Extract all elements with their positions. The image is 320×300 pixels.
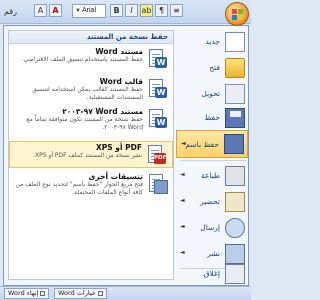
save-as-word-template[interactable]: W قالب Word حفظ المستند كقالب يمكن استخد… xyxy=(9,76,173,107)
menu-item-label: حفظ xyxy=(204,113,220,122)
menu-separator xyxy=(180,160,246,161)
quick-access-toolbar: رقم A A ▼ Arial B I ab ¶ ≡ xyxy=(0,0,251,24)
menu-item-label: حفظ باسم xyxy=(185,140,219,149)
submenu-arrow-icon: ◄ xyxy=(180,249,185,256)
highlight-icon[interactable]: ab xyxy=(140,4,153,17)
save-as-word-97-2003[interactable]: W مستند Word ٩٧-٢٠٠٣ حفظ نسخة من المستند… xyxy=(9,106,173,139)
format-icon-group: B I ab ¶ ≡ xyxy=(110,4,183,17)
menu-item-label: إرسال xyxy=(200,223,220,232)
submenu-item-title: PDF أو XPS xyxy=(95,143,142,152)
qat-icon-group: A A xyxy=(34,4,62,17)
submenu-header: حفظ نسخة من المستند xyxy=(9,31,173,44)
menu-footer: Word خيارات Word إنهاء xyxy=(0,286,251,300)
submenu-arrow-icon: ◄ xyxy=(181,140,186,147)
font-color-icon[interactable]: A xyxy=(49,4,62,17)
submenu-item-desc: حفظ المستند كقالب يمكن استخدامه لتنسيق ا… xyxy=(32,86,143,101)
save-as-icon xyxy=(224,134,244,154)
grow-font-icon[interactable]: A xyxy=(34,4,47,17)
close-document-icon xyxy=(225,264,245,284)
save-as-other-formats[interactable]: تنسيقات أخرى فتح مربع الحوار "حفظ باسم" … xyxy=(9,171,173,205)
word-document-icon: W xyxy=(147,48,169,70)
submenu-item-desc: فتح مربع الحوار "حفظ باسم" لتحديد نوع ال… xyxy=(15,181,143,196)
submenu-arrow-icon: ◄ xyxy=(180,171,185,178)
menu-item-label: نشر xyxy=(207,249,220,258)
italic-icon[interactable]: I xyxy=(125,4,138,17)
word-template-icon: W xyxy=(147,78,169,100)
options-icon xyxy=(97,290,103,296)
submenu-item-title: قالب Word xyxy=(99,77,143,86)
prepare-icon xyxy=(225,192,245,212)
office-logo-icon xyxy=(232,9,243,20)
send-icon xyxy=(225,218,245,238)
submenu-arrow-icon: ◄ xyxy=(180,223,185,230)
font-name-combo[interactable]: ▼ Arial xyxy=(72,4,106,18)
save-as-pdf-xps[interactable]: PDF PDF أو XPS نشر نسخة من المستند كملف … xyxy=(9,141,173,168)
office-button[interactable] xyxy=(225,2,249,26)
submenu-item-title: مستند Word ٩٧-٢٠٠٣ xyxy=(62,107,143,116)
submenu-item-desc: حفظ المستند باستخدام تنسيق الملف الافترا… xyxy=(21,56,143,63)
print-icon xyxy=(225,166,245,186)
menu-item-label: تحويل xyxy=(201,89,220,98)
submenu-arrow-icon: ◄ xyxy=(180,197,185,204)
menu-item-label: جديد xyxy=(205,37,220,46)
submenu-item-title: مستند Word xyxy=(95,47,143,56)
word-options-label: Word خيارات xyxy=(58,289,96,297)
submenu-item-desc: حفظ نسخة من المستند تكون متوافقة تماماً … xyxy=(26,116,143,131)
menu-item-open[interactable]: فتح xyxy=(176,56,248,80)
menu-item-label: إغلاق xyxy=(203,269,220,278)
menu-item-save-as[interactable]: حفظ باسم ◄ xyxy=(176,130,248,158)
publish-icon xyxy=(225,244,245,264)
exit-word-button[interactable]: Word إنهاء xyxy=(4,288,50,299)
pdf-xps-icon: PDF xyxy=(146,144,168,166)
save-as-submenu: حفظ نسخة من المستند W مستند Word حفظ الم… xyxy=(8,30,174,280)
new-document-icon xyxy=(225,32,245,52)
paragraph-icon[interactable]: ¶ xyxy=(155,4,168,17)
menu-item-send[interactable]: إرسال ◄ xyxy=(176,216,248,240)
menu-item-prepare[interactable]: تحضير ◄ xyxy=(176,190,248,214)
save-icon xyxy=(225,108,245,128)
font-name-value: Arial xyxy=(82,7,97,14)
submenu-item-title: تنسيقات أخرى xyxy=(88,172,143,181)
menu-item-label: فتح xyxy=(209,63,220,72)
menu-item-print[interactable]: طباعة ◄ xyxy=(176,164,248,188)
menu-item-label: طباعة xyxy=(200,171,220,180)
save-as-word-document[interactable]: W مستند Word حفظ المستند باستخدام تنسيق … xyxy=(9,46,173,77)
word-97-2003-icon: W xyxy=(147,108,169,130)
chevron-down-icon[interactable]: ▼ xyxy=(75,5,81,17)
other-formats-icon xyxy=(147,173,169,195)
open-folder-icon xyxy=(225,58,245,78)
menu-item-convert[interactable]: تحويل xyxy=(176,82,248,106)
menu-item-close[interactable]: إغلاق xyxy=(176,262,248,286)
menu-item-save[interactable]: حفظ xyxy=(176,106,248,130)
exit-icon xyxy=(40,290,46,296)
convert-icon xyxy=(225,84,245,104)
ruler-label: رقم xyxy=(4,7,18,16)
word-options-button[interactable]: Word خيارات xyxy=(54,288,107,299)
menu-item-label: تحضير xyxy=(200,197,220,206)
office-menu: حفظ نسخة من المستند W مستند Word حفظ الم… xyxy=(3,25,249,286)
bold-icon[interactable]: B xyxy=(110,4,123,17)
menu-item-new[interactable]: جديد xyxy=(176,30,248,54)
submenu-item-desc: نشر نسخة من المستند كملف PDF أو XPS. xyxy=(33,152,142,159)
align-icon[interactable]: ≡ xyxy=(170,4,183,17)
exit-word-label: Word إنهاء xyxy=(8,289,39,297)
